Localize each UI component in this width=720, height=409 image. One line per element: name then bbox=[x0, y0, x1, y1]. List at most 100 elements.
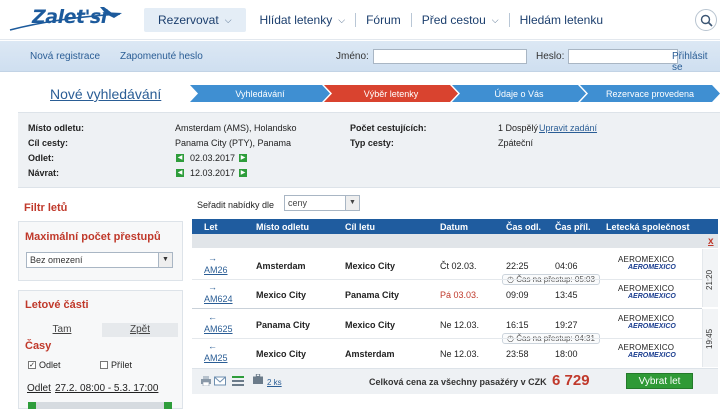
max-transfers-select[interactable]: Bez omezení ▼ bbox=[26, 252, 173, 268]
row-departure: 09:09 bbox=[506, 290, 529, 300]
search-summary: Místo odletu: Amsterdam (AMS), Holandsko… bbox=[18, 112, 720, 188]
details-list-icon[interactable] bbox=[232, 376, 244, 386]
depart-checkbox[interactable]: ✓ bbox=[28, 361, 36, 369]
email-icon[interactable] bbox=[214, 376, 226, 386]
close-offer-button[interactable]: x bbox=[708, 236, 714, 247]
destination-value: Panama City (PTY), Panama bbox=[175, 138, 292, 148]
prev-day-arrow-icon[interactable]: ◀ bbox=[176, 154, 184, 162]
row-origin: Panama City bbox=[256, 320, 311, 330]
flight-number-link[interactable]: AM25 bbox=[204, 353, 228, 363]
slider-handle-left[interactable] bbox=[28, 402, 36, 409]
row-departure: 23:58 bbox=[506, 349, 529, 359]
max-transfers-title: Maximální počet přestupů bbox=[25, 231, 161, 243]
depart-label: Odlet: bbox=[28, 153, 54, 163]
return-date: 12.03.2017 bbox=[190, 168, 236, 178]
flight-number-link[interactable]: AM26 bbox=[204, 265, 228, 275]
col-airline: Letecká společnost bbox=[606, 222, 690, 232]
row-origin: Mexico City bbox=[256, 290, 307, 300]
row-arrival: 04:06 bbox=[555, 261, 578, 271]
row-destination: Mexico City bbox=[345, 261, 396, 271]
nav-reserve[interactable]: Rezervovat ⌵ bbox=[144, 8, 246, 32]
chevron-down-icon: ▼ bbox=[158, 253, 172, 267]
filter-sidebar: Filtr letů Maximální počet přestupů Bez … bbox=[18, 193, 183, 409]
total-price-value: 6 729 bbox=[552, 372, 590, 389]
flight-number-link[interactable]: AM624 bbox=[204, 294, 233, 304]
step-your-details: Údaje o Vás bbox=[452, 85, 586, 102]
depart-date: 02.03.2017 bbox=[190, 153, 236, 163]
max-transfers-box bbox=[18, 221, 183, 281]
main-nav: Rezervovat ⌵ Hlídat letenky ⌵ Fórum Před… bbox=[144, 8, 613, 32]
table-row[interactable]: ← AM625 Panama City Mexico City Ne 12.03… bbox=[192, 309, 702, 338]
segment-tabs: Tam Zpět bbox=[24, 323, 178, 337]
range-label: Odlet bbox=[27, 383, 51, 394]
edit-search-link[interactable]: Upravit zadání bbox=[539, 123, 597, 133]
max-transfers-value: Bez omezení bbox=[30, 255, 83, 265]
nav-watch[interactable]: Hlídat letenky ⌵ bbox=[250, 8, 356, 32]
step-label: Rezervace provedena bbox=[605, 88, 695, 99]
nav-before-trip[interactable]: Před cestou ⌵ bbox=[412, 8, 509, 32]
search-button[interactable] bbox=[695, 9, 717, 31]
results-table-header: Let Místo odletu Cíl letu Datum Čas odl.… bbox=[192, 219, 718, 234]
register-link[interactable]: Nová registrace bbox=[30, 51, 100, 62]
flight-number-link[interactable]: AM625 bbox=[204, 324, 233, 334]
sort-value: ceny bbox=[288, 198, 308, 208]
prev-day-arrow-icon[interactable]: ◀ bbox=[176, 169, 184, 177]
logo-text: Zalet'si bbox=[32, 6, 107, 28]
table-row[interactable]: → AM624 Mexico City Panama City Pá 03.03… bbox=[192, 279, 702, 308]
travelers-label: Počet cestujících: bbox=[350, 123, 427, 133]
airline-logo: AEROMEXICO AEROMEXICO bbox=[618, 255, 678, 271]
airline-name: AEROMEXICO bbox=[618, 343, 675, 352]
airline-name: AEROMEXICO bbox=[618, 284, 675, 293]
nav-watch-label: Hlídat letenky bbox=[259, 13, 333, 27]
col-destination: Cíl letu bbox=[345, 222, 376, 232]
tab-there[interactable]: Tam bbox=[24, 323, 100, 337]
login-bar: Nová registrace Zapomenuté heslo Jméno: … bbox=[0, 41, 720, 73]
progress-steps: Vyhledávání Výběr letenky Údaje o Vás Re… bbox=[190, 85, 720, 102]
print-icon[interactable] bbox=[200, 376, 212, 386]
sort-label: Seřadit nabídky dle bbox=[197, 200, 275, 210]
password-input[interactable] bbox=[568, 49, 678, 64]
nav-forum[interactable]: Fórum bbox=[356, 8, 411, 32]
chevron-down-icon: ⌵ bbox=[491, 14, 499, 25]
depart-checkbox-label: Odlet bbox=[39, 360, 61, 370]
airline-logo-text: AEROMEXICO bbox=[628, 323, 676, 330]
step-label: Vyhledávání bbox=[235, 88, 285, 99]
baggage-count[interactable]: 2 ks bbox=[267, 378, 282, 387]
nav-reserve-label: Rezervovat bbox=[158, 13, 219, 27]
logo[interactable]: Zalet'si bbox=[6, 4, 124, 36]
airline-name: AEROMEXICO bbox=[618, 314, 675, 323]
next-day-arrow-icon[interactable]: ▶ bbox=[239, 154, 247, 162]
offer-header-bar bbox=[192, 234, 718, 248]
arrive-checkbox[interactable] bbox=[100, 361, 108, 369]
row-date: Ne 12.03. bbox=[440, 320, 480, 330]
row-destination: Mexico City bbox=[345, 320, 396, 330]
arrow-left-icon: ← bbox=[208, 341, 217, 351]
nav-searching[interactable]: Hledám letenku bbox=[510, 8, 613, 32]
filter-title: Filtr letů bbox=[24, 202, 68, 214]
step-search: Vyhledávání bbox=[190, 85, 330, 102]
next-day-arrow-icon[interactable]: ▶ bbox=[239, 169, 247, 177]
step-ticket-selection: Výběr letenky bbox=[324, 85, 458, 102]
name-input[interactable] bbox=[373, 49, 527, 64]
row-date: Čt 02.03. bbox=[440, 261, 477, 271]
step-reservation-done: Rezervace provedena bbox=[580, 85, 720, 102]
return-duration: 19:45 bbox=[705, 328, 714, 349]
col-arrival: Čas příl. bbox=[555, 222, 591, 232]
destination-label: Cíl cesty: bbox=[28, 138, 69, 148]
step-label: Údaje o Vás bbox=[494, 88, 544, 99]
airline-logo: AEROMEXICO AEROMEXICO bbox=[618, 284, 678, 300]
table-row[interactable]: → AM26 Amsterdam Mexico City Čt 02.03. 2… bbox=[192, 250, 702, 279]
sort-select[interactable]: ceny ▼ bbox=[284, 195, 360, 211]
time-range-slider[interactable] bbox=[28, 402, 172, 409]
login-link[interactable]: Přihlásit se bbox=[672, 51, 720, 73]
table-row[interactable]: ← AM25 Mexico City Amsterdam Ne 12.03. 2… bbox=[192, 338, 702, 367]
slider-handle-right[interactable] bbox=[164, 402, 172, 409]
col-flight: Let bbox=[204, 222, 218, 232]
chevron-down-icon: ▼ bbox=[345, 196, 359, 210]
new-search-link[interactable]: Nové vyhledávání bbox=[50, 86, 161, 102]
forgot-password-link[interactable]: Zapomenuté heslo bbox=[120, 51, 203, 62]
select-flight-button[interactable]: Vybrat let bbox=[626, 373, 693, 389]
row-arrival: 13:45 bbox=[555, 290, 578, 300]
tab-back[interactable]: Zpět bbox=[102, 323, 178, 337]
arrow-right-icon: → bbox=[208, 253, 217, 263]
